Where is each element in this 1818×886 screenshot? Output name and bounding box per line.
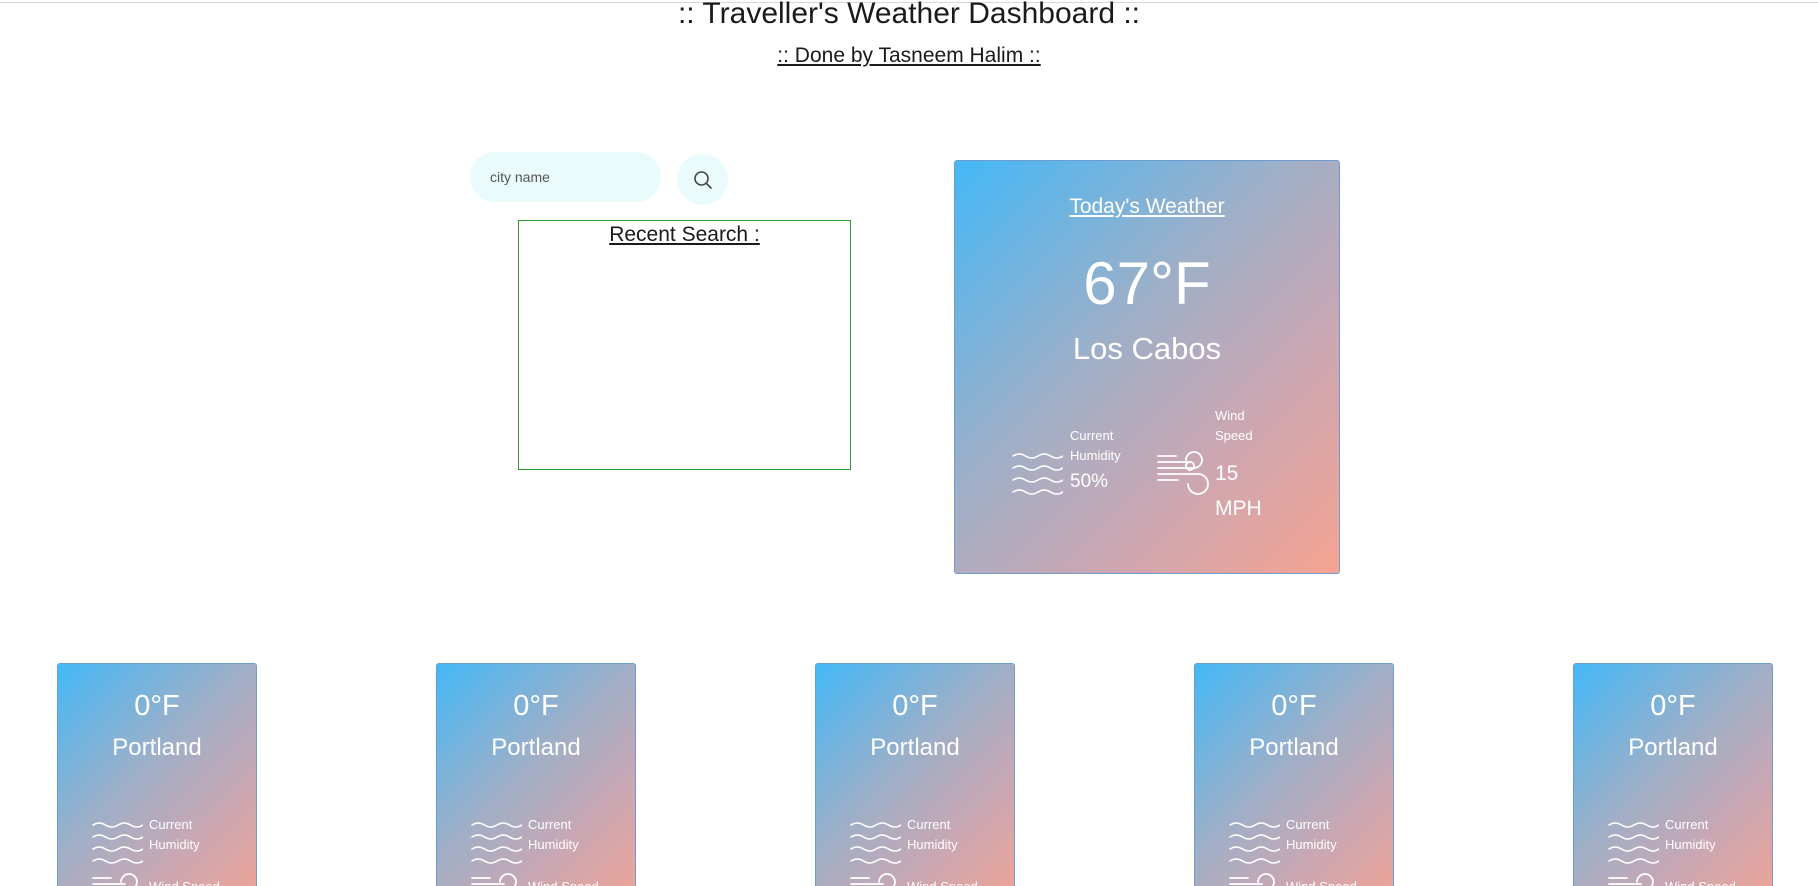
recent-search-title: Recent Search : [609,223,760,246]
forecast-wind-label: Wind Speed [1286,877,1386,886]
today-humidity-label: Current Humidity [1070,428,1121,463]
today-wind: Wind Speed 15 MPH [1156,406,1286,526]
forecast-card-5: 0°F Portland Current Humidity Wind Speed [1573,663,1773,886]
dashboard-page: :: Traveller's Weather Dashboard :: :: D… [0,0,1818,886]
today-wind-label: Wind Speed [1215,408,1253,443]
waves-icon [1012,453,1063,495]
forecast-card-3: 0°F Portland Current Humidity Wind Speed [815,663,1015,886]
city-search-input[interactable] [470,152,661,202]
wind-icon [1157,451,1209,495]
waves-icon [850,822,901,864]
today-temperature: 67°F [1083,250,1211,317]
forecast-temperature: 0°F [513,690,559,722]
forecast-city: Portland [112,734,202,761]
forecast-wind-label: Wind Speed [528,877,628,886]
forecast-humidity-label: Current Humidity [907,817,958,852]
forecast-temperature: 0°F [1650,690,1696,722]
wind-icon [471,873,517,886]
forecast-wind-label: Wind Speed [1665,877,1765,886]
forecast-card-1: 0°F Portland Current Humidity Wind Speed [57,663,257,886]
forecast-city: Portland [1628,734,1718,761]
today-humidity: Current Humidity 50% [1011,426,1151,516]
today-wind-value: 15 MPH [1215,462,1262,520]
forecast-temperature: 0°F [892,690,938,722]
wind-icon [1608,873,1654,886]
waves-icon [471,822,522,864]
today-city: Los Cabos [1072,331,1222,366]
today-weather-card: Today's Weather 67°F Los Cabos Current H… [954,160,1340,574]
forecast-city: Portland [491,734,581,761]
waves-icon [92,822,143,864]
forecast-wind-label: Wind Speed [907,877,1007,886]
forecast-card-4: 0°F Portland Current Humidity Wind Speed [1194,663,1394,886]
recent-search-panel: Recent Search : [518,220,851,470]
forecast-temperature: 0°F [134,690,180,722]
today-humidity-value: 50% [1070,471,1109,492]
forecast-card-2: 0°F Portland Current Humidity Wind Speed [436,663,636,886]
forecast-temperature: 0°F [1271,690,1317,722]
forecast-humidity-label: Current Humidity [1665,817,1716,852]
forecast-city: Portland [870,734,960,761]
forecast-humidity-label: Current Humidity [149,817,200,852]
search-button[interactable] [677,154,728,205]
forecast-humidity-label: Current Humidity [528,817,579,852]
wind-icon [1229,873,1275,886]
page-subtitle: :: Done by Tasneem Halim :: [777,44,1041,67]
forecast-humidity-label: Current Humidity [1286,817,1337,852]
forecast-city: Portland [1249,734,1339,761]
wind-icon [92,873,138,886]
wind-icon [850,873,896,886]
forecast-wind-label: Wind Speed [149,877,249,886]
waves-icon [1608,822,1659,864]
search-icon [693,170,712,189]
today-weather-heading: Today's Weather [1069,195,1225,218]
page-title: :: Traveller's Weather Dashboard :: [677,0,1141,30]
waves-icon [1229,822,1280,864]
